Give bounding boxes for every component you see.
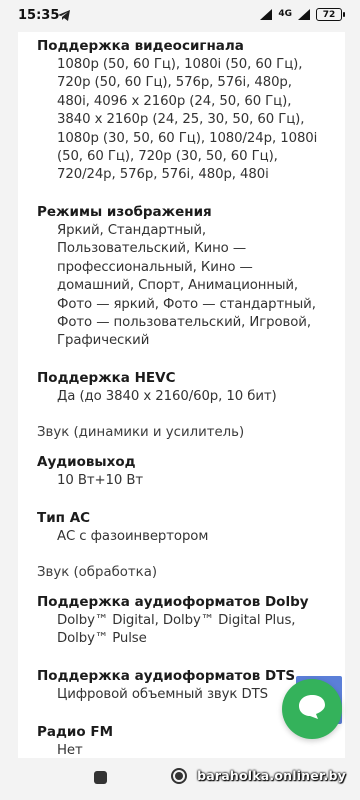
battery-icon: 72 (316, 8, 345, 21)
spec-audio-output: Аудиовыход 10 Вт+10 Вт (37, 453, 337, 490)
signal-icon-2 (298, 9, 310, 20)
spec-picture-modes: Режимы изображения Яркий, Стандартный, П… (37, 203, 337, 351)
spec-value: 10 Вт+10 Вт (57, 473, 144, 488)
spec-title: Аудиовыход (37, 454, 136, 470)
battery-level: 72 (322, 9, 336, 20)
status-time: 15:35 (18, 8, 60, 23)
spec-dolby: Поддержка аудиоформатов Dolby Dolby™ Dig… (37, 593, 337, 649)
status-indicators: 4G 72 (260, 8, 345, 21)
spec-title: Поддержка HEVC (37, 370, 176, 386)
status-bar: 15:35 4G 72 (0, 0, 360, 32)
spec-hevc: Поддержка HEVC Да (до 3840 x 2160/60p, 1… (37, 369, 337, 406)
spec-value: Нет (57, 743, 83, 758)
telegram-icon (57, 9, 71, 22)
network-type: 4G (278, 9, 292, 19)
specs-card: Поддержка видеосигнала 1080p (50, 60 Гц)… (18, 32, 345, 758)
spec-value: Dolby™ Digital, Dolby™ Digital Plus, Dol… (57, 613, 296, 647)
spec-value: Яркий, Стандартный, Пользовательский, Ки… (57, 223, 316, 349)
spec-video-support: Поддержка видеосигнала 1080p (50, 60 Гц)… (37, 37, 337, 185)
spec-title: Поддержка аудиоформатов DTS (37, 668, 296, 684)
chat-button[interactable] (282, 679, 342, 739)
spec-value: АС с фазоинвертором (57, 529, 209, 544)
spec-title: Поддержка аудиоформатов Dolby (37, 594, 309, 610)
spec-title: Режимы изображения (37, 204, 212, 220)
spec-speaker-type: Тип АС АС с фазоинвертором (37, 509, 337, 546)
spec-title: Поддержка видеосигнала (37, 38, 244, 54)
watermark: baraholka.onliner.by (197, 768, 346, 783)
spec-value: 1080p (50, 60 Гц), 1080i (50, 60 Гц), 72… (57, 57, 318, 183)
home-icon[interactable] (171, 768, 187, 784)
spec-title: Тип АС (37, 510, 91, 526)
signal-icon (260, 9, 273, 20)
section-sound-speakers: Звук (динамики и усилитель) (37, 425, 245, 440)
section-sound-processing: Звук (обработка) (37, 565, 158, 580)
system-nav-bar: baraholka.onliner.by (0, 758, 360, 800)
spec-value: Да (до 3840 x 2160/60p, 10 бит) (57, 389, 277, 404)
recents-icon[interactable] (94, 771, 107, 784)
chat-icon (298, 694, 326, 724)
